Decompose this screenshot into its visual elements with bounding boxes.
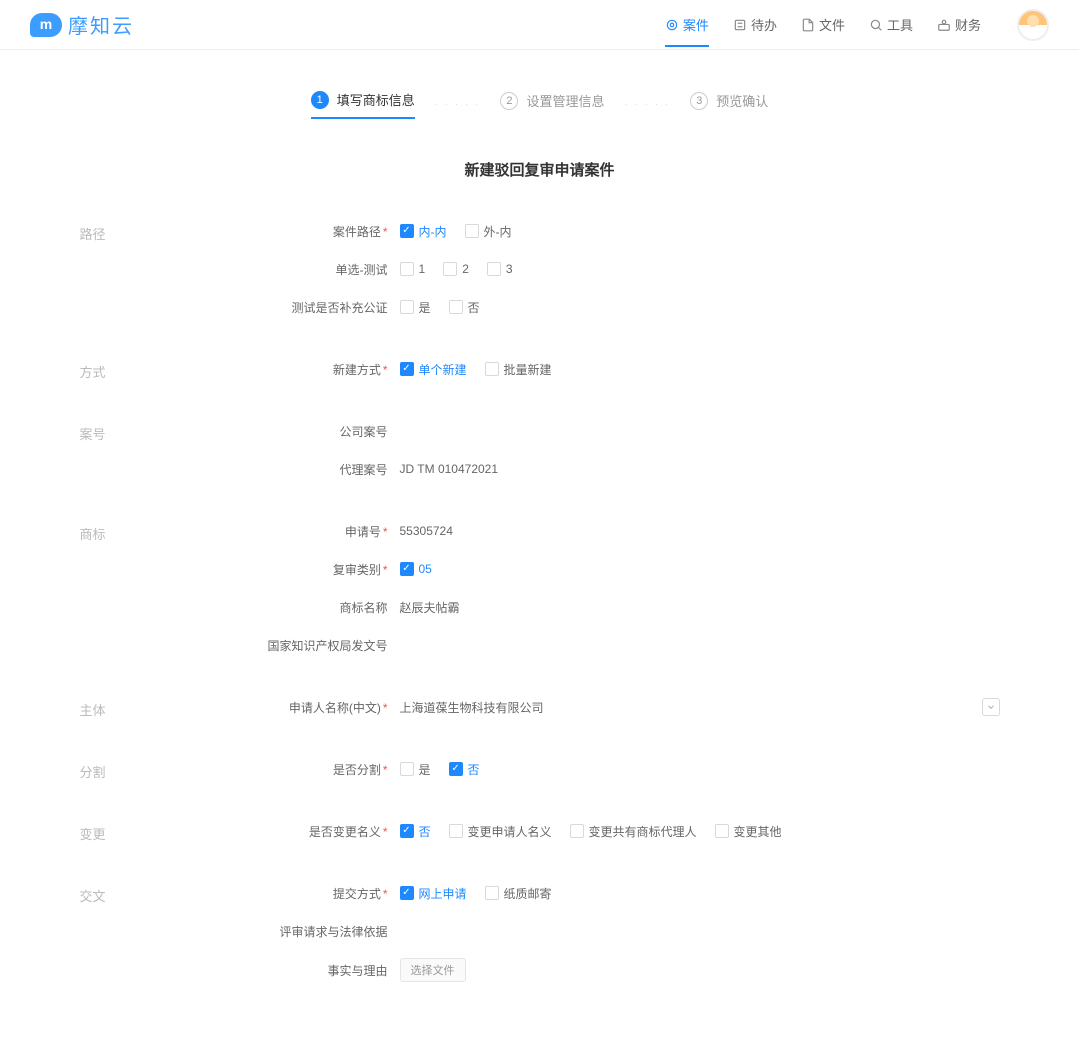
app-no-value[interactable]: 55305724 — [400, 524, 453, 538]
section-trademark: 商标 申请号* 55305724 复审类别* 05 商标名称 赵辰夫帖霸 国家知… — [80, 520, 1000, 672]
page-title: 新建驳回复审申请案件 — [80, 159, 1000, 180]
section-title: 路径 — [80, 220, 190, 334]
section-title: 案号 — [80, 420, 190, 496]
step-label: 设置管理信息 — [526, 91, 604, 110]
row-agent-no: 代理案号 JD TM 010472021 — [190, 458, 1000, 480]
step-dots: · · · · · — [625, 99, 671, 110]
section-title: 变更 — [80, 820, 190, 858]
top-nav: 案件 待办 文件 工具 财务 — [665, 3, 1049, 46]
nav-finance[interactable]: 财务 — [937, 3, 981, 46]
opt-3[interactable]: 3 — [487, 262, 513, 276]
opt-paper[interactable]: 纸质邮寄 — [485, 885, 552, 902]
step-num: 3 — [690, 92, 708, 110]
opt-agent[interactable]: 变更共有商标代理人 — [570, 823, 697, 840]
section-split: 分割 是否分割* 是 否 — [80, 758, 1000, 796]
opt-other[interactable]: 变更其他 — [715, 823, 782, 840]
avatar[interactable] — [1017, 9, 1049, 41]
section-method: 方式 新建方式* 单个新建 批量新建 — [80, 358, 1000, 396]
section-title: 主体 — [80, 696, 190, 734]
step-label: 预览确认 — [716, 91, 768, 110]
section-change: 变更 是否变更名义* 否 变更申请人名义 变更共有商标代理人 变更其他 — [80, 820, 1000, 858]
expand-button[interactable] — [982, 698, 1000, 716]
opt-single[interactable]: 单个新建 — [400, 361, 467, 378]
finance-icon — [937, 18, 951, 32]
opt-yes[interactable]: 是 — [400, 299, 431, 316]
applicant-cn-value[interactable]: 上海道葆生物科技有限公司 — [400, 699, 544, 716]
content: 1 填写商标信息 · · · · · 2 设置管理信息 · · · · · 3 … — [40, 50, 1040, 1062]
opt-no[interactable]: 否 — [449, 761, 480, 778]
ring-icon — [665, 18, 679, 32]
nav-todo[interactable]: 待办 — [733, 3, 777, 46]
nav-tools[interactable]: 工具 — [869, 3, 913, 46]
opt-1[interactable]: 1 — [400, 262, 426, 276]
list-icon — [733, 18, 747, 32]
row-supplement: 测试是否补充公证 是 否 — [190, 296, 1000, 318]
section-title: 商标 — [80, 520, 190, 672]
tm-name-value: 赵辰夫帖霸 — [400, 599, 460, 616]
opt-inner[interactable]: 内-内 — [400, 223, 447, 240]
nav-label: 工具 — [887, 15, 913, 34]
section-entity: 主体 申请人名称(中文)* 上海道葆生物科技有限公司 — [80, 696, 1000, 734]
opt-no[interactable]: 否 — [400, 823, 431, 840]
row-app-no: 申请号* 55305724 — [190, 520, 1000, 542]
opt-2[interactable]: 2 — [443, 262, 469, 276]
opt-outer[interactable]: 外-内 — [465, 223, 512, 240]
row-change-name: 是否变更名义* 否 变更申请人名义 变更共有商标代理人 变更其他 — [190, 820, 1000, 842]
row-case-path: 案件路径* 内-内 外-内 — [190, 220, 1000, 242]
nav-label: 待办 — [751, 15, 777, 34]
section-case-no: 案号 公司案号 代理案号 JD TM 010472021 — [80, 420, 1000, 496]
nav-label: 案件 — [683, 15, 709, 34]
row-facts: 事实与理由 选择文件 — [190, 958, 1000, 982]
step-dots: · · · · · — [435, 99, 481, 110]
row-doc-no: 国家知识产权局发文号 — [190, 634, 1000, 656]
select-file-button[interactable]: 选择文件 — [400, 958, 466, 982]
step-num: 1 — [311, 91, 329, 109]
step-2[interactable]: 2 设置管理信息 — [500, 91, 604, 118]
opt-online[interactable]: 网上申请 — [400, 885, 467, 902]
logo-text: 摩知云 — [68, 10, 134, 39]
section-title: 方式 — [80, 358, 190, 396]
steps: 1 填写商标信息 · · · · · 2 设置管理信息 · · · · · 3 … — [80, 90, 1000, 119]
step-1[interactable]: 1 填写商标信息 — [311, 90, 415, 119]
row-review-request: 评审请求与法律依据 — [190, 920, 1000, 942]
nav-label: 财务 — [955, 15, 981, 34]
logo[interactable]: 摩知云 — [30, 10, 134, 39]
section-path: 路径 案件路径* 内-内 外-内 单选-测试 1 2 3 测试是否补充公证 — [80, 220, 1000, 334]
nav-label: 文件 — [819, 15, 845, 34]
opt-yes[interactable]: 是 — [400, 761, 431, 778]
row-tm-name: 商标名称 赵辰夫帖霸 — [190, 596, 1000, 618]
opt-batch[interactable]: 批量新建 — [485, 361, 552, 378]
opt-applicant[interactable]: 变更申请人名义 — [449, 823, 552, 840]
section-title: 交文 — [80, 882, 190, 998]
opt-05[interactable]: 05 — [400, 562, 432, 576]
nav-cases[interactable]: 案件 — [665, 3, 709, 46]
step-num: 2 — [500, 92, 518, 110]
nav-files[interactable]: 文件 — [801, 3, 845, 46]
row-is-split: 是否分割* 是 否 — [190, 758, 1000, 780]
opt-no[interactable]: 否 — [449, 299, 480, 316]
step-3[interactable]: 3 预览确认 — [690, 91, 768, 118]
section-title: 分割 — [80, 758, 190, 796]
row-applicant-cn: 申请人名称(中文)* 上海道葆生物科技有限公司 — [190, 696, 1000, 718]
step-label: 填写商标信息 — [337, 90, 415, 109]
agent-no-value: JD TM 010472021 — [400, 462, 499, 476]
logo-icon — [30, 13, 62, 37]
row-submit-method: 提交方式* 网上申请 纸质邮寄 — [190, 882, 1000, 904]
section-submit: 交文 提交方式* 网上申请 纸质邮寄 评审请求与法律依据 事实与理由 选择文件 — [80, 882, 1000, 998]
row-new-method: 新建方式* 单个新建 批量新建 — [190, 358, 1000, 380]
row-single-test: 单选-测试 1 2 3 — [190, 258, 1000, 280]
header: 摩知云 案件 待办 文件 工具 财务 — [0, 0, 1079, 50]
row-company-no: 公司案号 — [190, 420, 1000, 442]
search-icon — [869, 18, 883, 32]
file-icon — [801, 18, 815, 32]
row-review-type: 复审类别* 05 — [190, 558, 1000, 580]
